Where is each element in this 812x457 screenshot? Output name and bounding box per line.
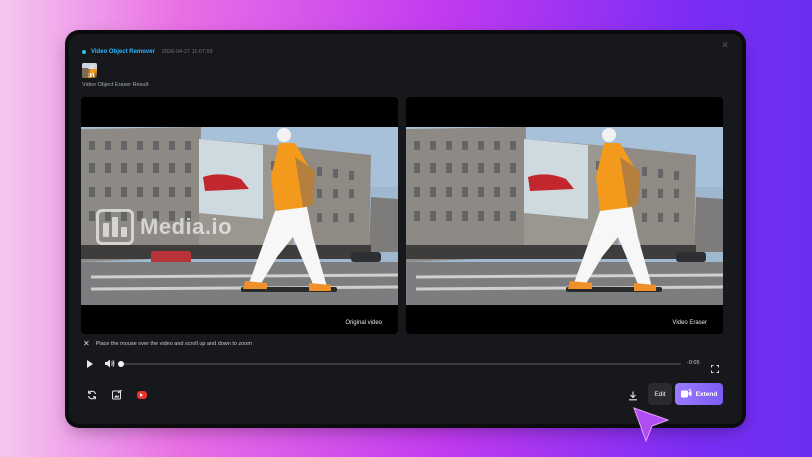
download-icon[interactable] (628, 388, 639, 401)
zoom-hint-text: Place the mouse over the video and scrol… (95, 341, 252, 347)
result-window: ✕ Video Object Remover 2026-04-27 11:07:… (69, 34, 742, 424)
watermark: Media.io (96, 209, 232, 245)
watermark-logo-icon (96, 209, 134, 245)
progress-knob[interactable] (118, 361, 124, 367)
image-edit-icon[interactable] (111, 389, 122, 400)
tool-name: Video Object Remover (91, 49, 155, 55)
edit-button[interactable]: Edit (648, 383, 672, 405)
watermark-text: Media.io (140, 214, 233, 239)
erased-video-panel[interactable]: Video Eraser (406, 97, 723, 334)
secondary-actions (86, 389, 147, 400)
zoom-hint: ✕ Place the mouse over the video and scr… (83, 340, 252, 348)
original-video-label: Original video (345, 320, 382, 326)
source-thumbnail[interactable] (82, 63, 97, 78)
close-hint-icon[interactable]: ✕ (83, 340, 90, 348)
extend-button[interactable]: Extend (675, 383, 723, 405)
result-subtitle: Video Object Eraser Result (82, 82, 149, 88)
cursor-arrow-icon (633, 407, 670, 443)
play-icon[interactable] (87, 360, 93, 368)
extend-label: Extend (695, 390, 718, 398)
fullscreen-icon[interactable] (711, 360, 719, 373)
refresh-icon[interactable] (86, 389, 97, 400)
volume-icon[interactable] (105, 359, 117, 369)
erased-video-frame[interactable] (406, 127, 723, 305)
progress-track[interactable] (118, 361, 681, 367)
time-remaining: -0:05 (687, 360, 700, 366)
timestamp: 2026-04-27 11:07:59 (161, 49, 213, 55)
erased-video-label: Video Eraser (672, 320, 707, 326)
original-video-panel[interactable]: Media.io Original video (81, 97, 398, 334)
youtube-icon[interactable] (136, 389, 147, 400)
player-controls: -0:05 (83, 358, 729, 373)
result-header: Video Object Remover 2026-04-27 11:07:59 (82, 49, 213, 55)
close-icon[interactable]: ✕ (720, 40, 730, 50)
extend-icon (680, 388, 692, 400)
status-dot (82, 50, 86, 54)
